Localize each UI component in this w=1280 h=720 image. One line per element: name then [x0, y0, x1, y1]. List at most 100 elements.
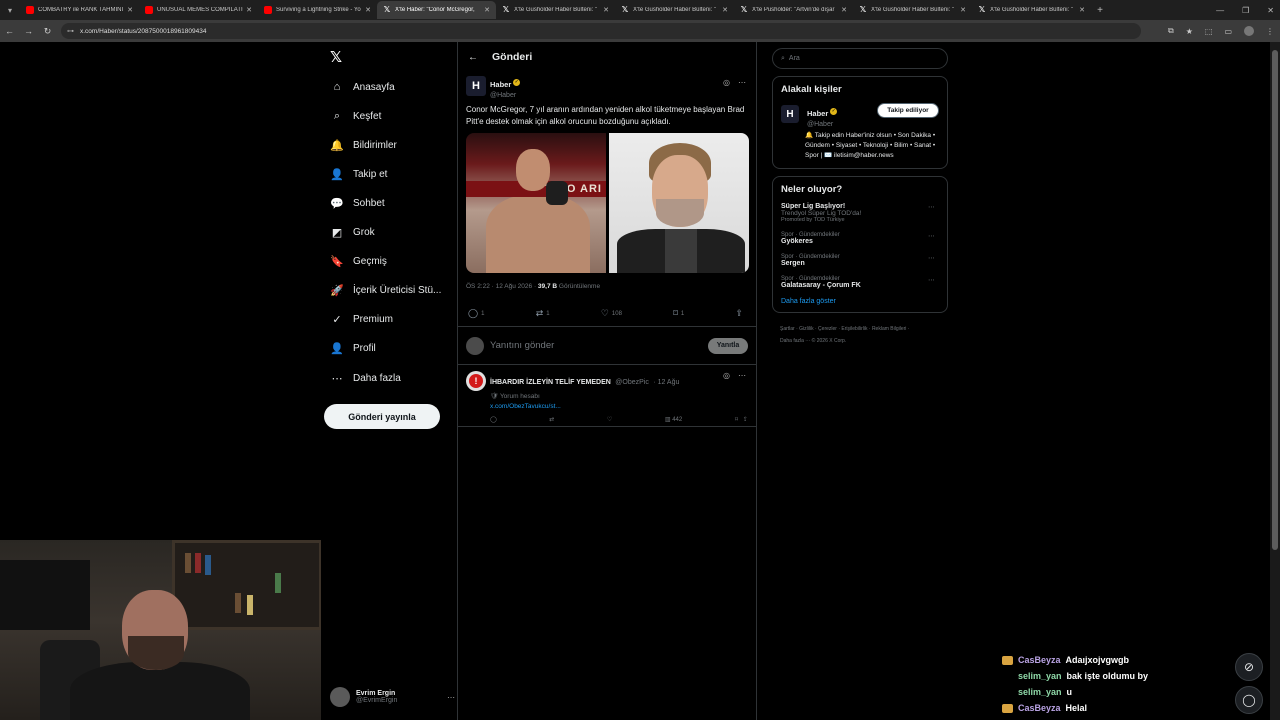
post-author[interactable]: H Haber ✓ @Haber — [466, 74, 748, 99]
nav-item[interactable]: 🔖 Geçmiş — [330, 250, 387, 272]
reply-icon[interactable]: ◯ — [490, 416, 497, 423]
tab-close-icon[interactable]: ✕ — [484, 6, 490, 14]
repost-icon[interactable]: ⇄ — [549, 416, 554, 423]
nav-item[interactable]: ⌂ Anasayfa — [330, 76, 395, 98]
tab-close-icon[interactable]: ✕ — [246, 6, 252, 14]
author-name[interactable]: Haber — [490, 80, 511, 89]
grok-icon[interactable]: ◎ — [723, 78, 730, 87]
minimize-icon[interactable]: — — [1216, 6, 1224, 15]
page-scrollbar[interactable] — [1270, 42, 1280, 720]
bookmark-star-icon[interactable]: ★ — [1186, 27, 1193, 36]
extensions-icon[interactable]: ⬚ — [1205, 27, 1213, 36]
more-options-icon[interactable]: ⋯ — [928, 254, 935, 262]
following-button[interactable]: Takip ediliyor — [877, 103, 939, 118]
tab-close-icon[interactable]: ✕ — [365, 6, 371, 14]
reload-icon[interactable]: ↻ — [38, 26, 57, 37]
install-app-icon[interactable]: ⧉ — [1168, 26, 1174, 36]
nav-item[interactable]: ✓ Premium — [330, 308, 393, 330]
grok-icon[interactable]: ◎ — [723, 371, 730, 380]
maximize-icon[interactable]: ❐ — [1242, 6, 1249, 15]
x-logo-icon[interactable]: 𝕏 — [330, 50, 346, 66]
tab-close-icon[interactable]: ✕ — [960, 6, 966, 14]
trend-item[interactable]: Spor · Gündemdekiler Galatasaray - Çorum … — [781, 276, 939, 289]
reply-link[interactable]: x.com/ObezTavukcu/st... — [490, 403, 748, 410]
nav-item[interactable]: 🔔 Bildirimler — [330, 134, 397, 156]
related-handle[interactable]: @Haber — [807, 121, 877, 128]
browser-tab[interactable]: 𝕏 X'te Gusholder Haber Bülteni: " ✕ — [972, 1, 1091, 19]
post-time[interactable]: ÖS 2:22 · 12 Ağu 2026 · — [466, 283, 536, 290]
grok-float-button[interactable]: ⊘ — [1235, 653, 1263, 681]
tab-close-icon[interactable]: ✕ — [603, 6, 609, 14]
show-more-link[interactable]: Daha fazla göster — [781, 298, 939, 305]
reply-post[interactable]: ! ◎ ⋯ İHBARDIR İZLEYİN TELİF YEMEDEN @Ob… — [458, 365, 756, 427]
more-options-icon[interactable]: ⋯ — [738, 371, 746, 380]
back-arrow-icon[interactable]: ← — [0, 26, 19, 36]
reply-avatar[interactable]: ! — [466, 371, 486, 391]
more-options-icon[interactable]: ⋯ — [928, 203, 935, 211]
tab-close-icon[interactable]: ✕ — [722, 6, 728, 14]
tab-list-button[interactable]: ▾ — [0, 0, 20, 20]
account-switcher[interactable]: Evrim Ergin @EvrimErgin ⋯ — [330, 684, 455, 710]
forward-arrow-icon[interactable]: → — [19, 26, 38, 36]
related-person[interactable]: H Haber ✓ @Haber Takip ediliyor — [781, 103, 939, 128]
site-info-icon[interactable]: ⊶ — [67, 27, 74, 35]
views-action[interactable]: ▥ 442 — [665, 416, 682, 423]
browser-tab[interactable]: COMBATRY ile RANK TAHMINI ✕ — [20, 1, 139, 19]
browser-menu-icon[interactable]: ⋮ — [1266, 27, 1274, 36]
reply-button[interactable]: Yanıtla — [708, 337, 748, 354]
nav-item[interactable]: 🚀 İçerik Üreticisi Stü... — [330, 279, 441, 301]
browser-tab[interactable]: 𝕏 X'te Gusholder Haber Bülteni: " ✕ — [853, 1, 972, 19]
like-action[interactable]: ♡ 108 — [601, 308, 622, 319]
related-name[interactable]: Haber — [807, 109, 828, 118]
reply-author-name[interactable]: İHBARDIR İZLEYİN TELİF YEMEDEN — [490, 379, 611, 386]
profile-avatar[interactable] — [1244, 26, 1254, 36]
footer-links[interactable]: Şartlar · Gizlilik · Çerezler · Erişileb… — [772, 323, 912, 347]
tab-close-icon[interactable]: ✕ — [127, 6, 133, 14]
nav-item[interactable]: ◩ Grok — [330, 221, 375, 243]
tab-close-icon[interactable]: ✕ — [1079, 6, 1085, 14]
more-options-icon[interactable]: ⋯ — [738, 78, 746, 87]
browser-tab[interactable]: Surviving a Lightning Strike - Yo ✕ — [258, 1, 377, 19]
reply-time[interactable]: · 12 Ağu — [653, 379, 679, 386]
bookmark-action[interactable]: ⌑ 1 — [673, 308, 684, 319]
tab-close-icon[interactable]: ✕ — [841, 6, 847, 14]
nav-item[interactable]: 👤 Takip et — [330, 163, 387, 185]
post-button[interactable]: Gönderi yayınla — [324, 404, 440, 429]
related-avatar[interactable]: H — [781, 105, 799, 123]
messages-float-button[interactable]: ◯ — [1235, 686, 1263, 714]
scrollbar-thumb[interactable] — [1272, 50, 1278, 550]
nav-item[interactable]: ⋯ Daha fazla — [330, 367, 401, 389]
reply-author-handle[interactable]: @ObezPic — [615, 379, 649, 386]
post-image-actor[interactable] — [609, 133, 749, 273]
browser-tab[interactable]: UNUSUAL MEMES COMPILATIO ✕ — [139, 1, 258, 19]
heart-icon[interactable]: ♡ — [607, 416, 612, 423]
nav-item[interactable]: 👤 Profil — [330, 337, 376, 359]
browser-tab[interactable]: 𝕏 X'te Gusholder Haber Bülteni: " ✕ — [615, 1, 734, 19]
reply-action[interactable]: ◯ 1 — [468, 308, 484, 319]
reply-input[interactable]: Yanıtını gönder — [490, 340, 708, 351]
share-action[interactable]: ⇪ — [735, 308, 746, 319]
browser-tab[interactable]: 𝕏 X'te Pusholder: "Artvin'de dışar ✕ — [734, 1, 853, 19]
share-icon[interactable]: ⇪ — [743, 417, 748, 423]
nav-item[interactable]: 💬 Sohbet — [330, 192, 385, 214]
trend-item[interactable]: Süper Lig Başlıyor! Trendyol Süper Lig TO… — [781, 203, 939, 223]
bookmark-icon[interactable]: ⌑ — [735, 417, 738, 423]
new-tab-button[interactable]: + — [1091, 5, 1109, 16]
more-options-icon[interactable]: ⋯ — [928, 276, 935, 284]
search-box[interactable]: ⌕ Ara — [772, 48, 948, 69]
close-window-icon[interactable]: ✕ — [1267, 6, 1274, 15]
sidebar-icon[interactable]: ▭ — [1224, 27, 1232, 36]
back-arrow-icon[interactable]: ← — [468, 52, 478, 63]
post-image-fighter[interactable]: T-MO ARI — [466, 133, 606, 273]
more-options-icon[interactable]: ⋯ — [447, 693, 455, 702]
browser-tab[interactable]: 𝕏 X'te Gusholder Haber Bülteni: " ✕ — [496, 1, 615, 19]
address-bar[interactable]: ⊶ x.com/Haber/status/2087500018961809434 — [61, 23, 1141, 39]
repost-action[interactable]: ⇄ 1 — [536, 308, 550, 319]
browser-tab[interactable]: 𝕏 X'te Haber: "Conor McGregor, ✕ — [377, 1, 496, 19]
trend-item[interactable]: Spor · Gündemdekiler Sergen ⋯ — [781, 254, 939, 267]
nav-item[interactable]: ⌕ Keşfet — [330, 105, 381, 127]
author-avatar[interactable]: H — [466, 76, 486, 96]
trend-item[interactable]: Spor · Gündemdekiler Gyökeres ⋯ — [781, 232, 939, 245]
author-handle[interactable]: @Haber — [490, 92, 520, 99]
more-options-icon[interactable]: ⋯ — [928, 232, 935, 240]
